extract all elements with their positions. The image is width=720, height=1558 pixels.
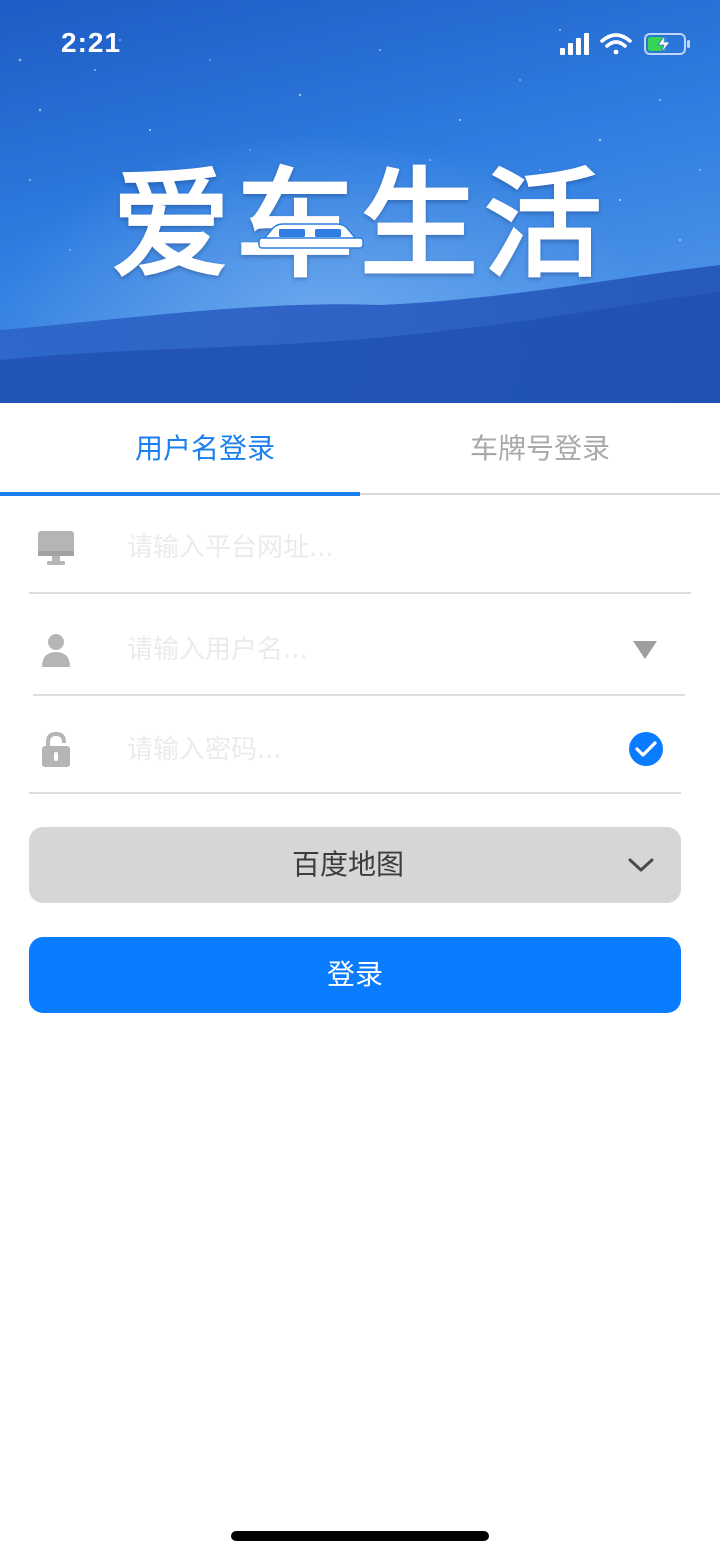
dropdown-triangle-icon[interactable] xyxy=(630,632,660,666)
wifi-icon xyxy=(600,33,632,55)
monitor-icon xyxy=(38,531,74,565)
username-input[interactable] xyxy=(127,630,607,670)
map-provider-select[interactable]: 百度地图 xyxy=(29,827,681,903)
tab-plate-login-label: 车牌号登录 xyxy=(469,432,610,465)
battery-charging-icon xyxy=(644,33,690,55)
tab-username-login[interactable]: 用户名登录 xyxy=(0,403,360,495)
header-banner: 2:21 爱车生活 xyxy=(0,0,720,403)
check-circle-icon[interactable] xyxy=(628,731,664,767)
tab-active-indicator xyxy=(0,492,360,496)
platform-url-input[interactable] xyxy=(127,528,667,568)
lock-icon xyxy=(42,731,70,767)
username-divider xyxy=(33,694,685,696)
chevron-down-icon xyxy=(628,858,654,872)
tab-plate-login[interactable]: 车牌号登录 xyxy=(360,403,720,495)
status-time: 2:21 xyxy=(61,27,122,58)
status-bar: 2:21 xyxy=(0,0,720,90)
map-provider-selected: 百度地图 xyxy=(291,848,404,881)
login-mode-tabs: 用户名登录 车牌号登录 xyxy=(0,403,720,496)
password-input[interactable] xyxy=(127,730,607,770)
user-icon xyxy=(42,634,70,667)
tab-username-login-label: 用户名登录 xyxy=(134,432,275,465)
car-logo-icon xyxy=(258,223,364,249)
password-divider xyxy=(29,792,681,794)
platform-url-divider xyxy=(29,592,691,594)
login-button[interactable]: 登录 xyxy=(29,937,681,1013)
cellular-signal-icon xyxy=(560,33,589,55)
home-indicator[interactable] xyxy=(231,1531,489,1541)
status-icons xyxy=(560,32,692,58)
